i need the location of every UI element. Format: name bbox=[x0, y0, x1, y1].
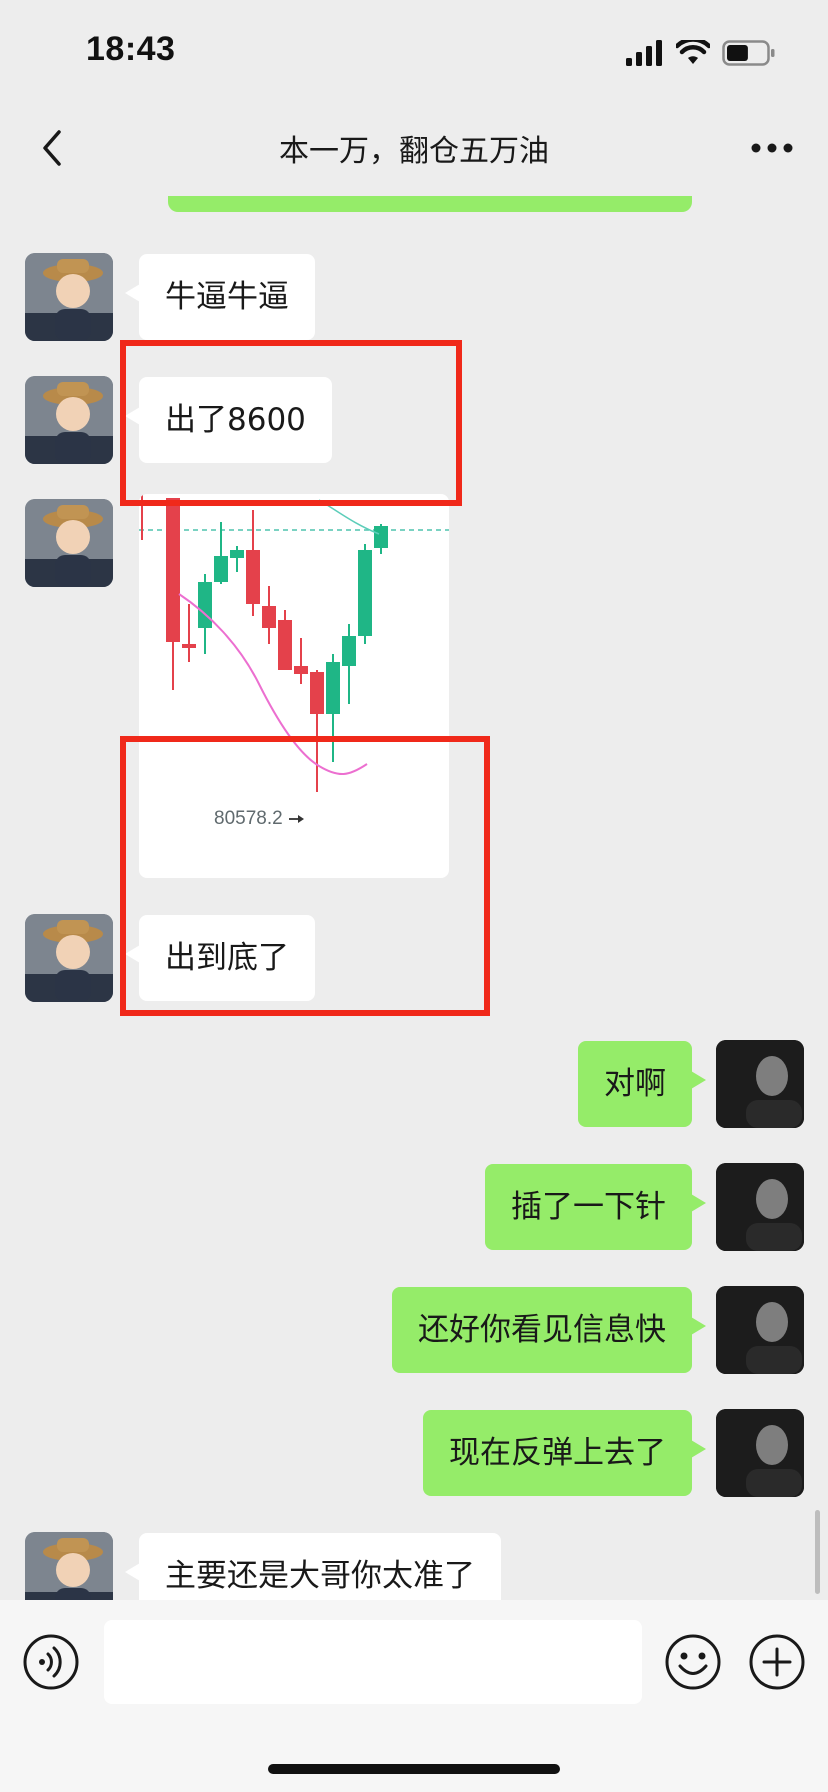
avatar-self[interactable] bbox=[716, 1409, 804, 1497]
avatar-child-image bbox=[25, 1532, 113, 1600]
avatar-silhouette-image bbox=[716, 1286, 804, 1374]
chat-area[interactable]: 牛逼牛逼 出了8600 80578.2 出到底了 对啊 插了一下针 还好你看见信… bbox=[0, 196, 828, 1600]
message-bubble[interactable]: 主要还是大哥你太准了 bbox=[125, 1533, 501, 1600]
status-icons bbox=[626, 38, 776, 68]
highlight-box bbox=[120, 340, 462, 506]
home-indicator[interactable] bbox=[268, 1764, 560, 1774]
message-bubble-self[interactable]: 还好你看见信息快 bbox=[392, 1287, 706, 1373]
avatar-child-image bbox=[25, 253, 113, 341]
highlight-box bbox=[120, 736, 490, 1016]
avatar-self[interactable] bbox=[716, 1040, 804, 1128]
avatar-other[interactable] bbox=[25, 376, 113, 464]
voice-button[interactable] bbox=[22, 1633, 80, 1691]
avatar-silhouette-image bbox=[716, 1040, 804, 1128]
avatar-self[interactable] bbox=[716, 1286, 804, 1374]
plus-icon bbox=[749, 1634, 805, 1690]
avatar-other[interactable] bbox=[25, 914, 113, 1002]
message-bubble-partial bbox=[168, 196, 692, 212]
more-button[interactable] bbox=[744, 126, 800, 170]
chat-title: 本一万，翻仓五万油 bbox=[279, 134, 549, 169]
emoji-icon bbox=[665, 1634, 721, 1690]
message-input[interactable] bbox=[104, 1620, 642, 1704]
avatar-silhouette-image bbox=[716, 1163, 804, 1251]
signal-icon bbox=[626, 40, 662, 66]
message-bubble[interactable]: 牛逼牛逼 bbox=[125, 254, 315, 340]
avatar-child-image bbox=[25, 376, 113, 464]
avatar-other[interactable] bbox=[25, 253, 113, 341]
battery-fill bbox=[727, 45, 748, 61]
message-bubble-self[interactable]: 插了一下针 bbox=[485, 1164, 706, 1250]
plus-button[interactable] bbox=[748, 1633, 806, 1691]
nav-bar: 本一万，翻仓五万油 bbox=[0, 100, 828, 196]
avatar-other[interactable] bbox=[25, 499, 113, 587]
message-bubble-self[interactable]: 对啊 bbox=[578, 1041, 706, 1127]
message-bubble-self[interactable]: 现在反弹上去了 bbox=[423, 1410, 706, 1496]
status-bar: 18:43 bbox=[0, 0, 828, 100]
avatar-self[interactable] bbox=[716, 1163, 804, 1251]
input-bar bbox=[0, 1600, 828, 1792]
voice-icon bbox=[23, 1634, 79, 1690]
wifi-icon bbox=[676, 40, 710, 64]
avatar-child-image bbox=[25, 914, 113, 1002]
avatar-silhouette-image bbox=[716, 1409, 804, 1497]
more-dots-icon bbox=[751, 143, 793, 153]
status-time: 18:43 bbox=[86, 30, 176, 68]
avatar-child-image bbox=[25, 499, 113, 587]
scrollbar[interactable] bbox=[815, 1510, 820, 1594]
emoji-button[interactable] bbox=[664, 1633, 722, 1691]
avatar-other[interactable] bbox=[25, 1532, 113, 1600]
battery-icon bbox=[722, 40, 775, 66]
